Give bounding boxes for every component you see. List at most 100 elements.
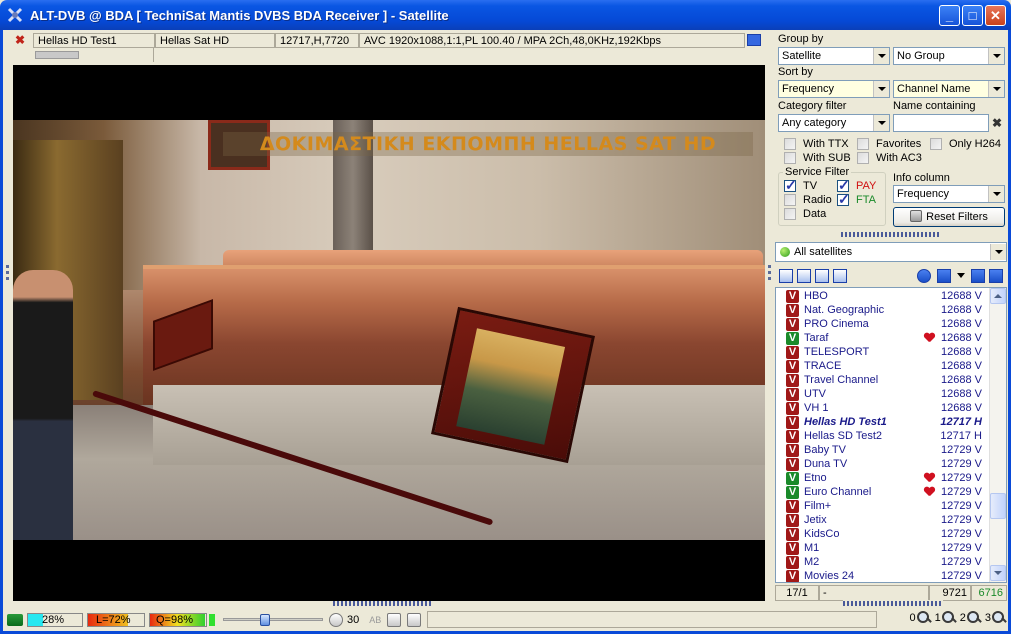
- data-checkbox[interactable]: [784, 208, 796, 220]
- channel-row[interactable]: V Travel Channel 12688 V: [776, 373, 990, 387]
- satellite-app-icon[interactable]: [6, 6, 24, 24]
- channel-row[interactable]: V Hellas SD Test2 12717 H: [776, 429, 990, 443]
- clock-icon[interactable]: [917, 269, 931, 283]
- channel-row[interactable]: V TELESPORT 12688 V: [776, 345, 990, 359]
- group-by-value: Satellite: [782, 50, 822, 62]
- zoom-1-label: 1: [934, 612, 941, 624]
- name-filter-input[interactable]: [893, 114, 989, 132]
- signal-level-meter: L=72%: [87, 612, 145, 627]
- channel-row[interactable]: V Duna TV 12729 V: [776, 457, 990, 471]
- radio-checkbox[interactable]: [784, 194, 796, 206]
- fta-checkbox[interactable]: [837, 191, 850, 208]
- sort-by-select[interactable]: Frequency: [778, 80, 890, 98]
- channel-row[interactable]: V Baby TV 12729 V: [776, 443, 990, 457]
- signal-icon[interactable]: [7, 613, 23, 626]
- monitor-icon[interactable]: [747, 34, 761, 46]
- video-display[interactable]: ΔΟΚΙΜΑΣΤΙΚΗ ΕΚΠΟΜΠΗ HELLAS SAT HD: [13, 65, 765, 601]
- chevron-down-icon[interactable]: [873, 81, 889, 97]
- chevron-down-icon[interactable]: [957, 273, 965, 278]
- status-bar: 28% L=72% Q=98% 30 AB 0 1 2 3: [3, 608, 1008, 631]
- channel-name: VH 1: [804, 402, 829, 414]
- volume-thumb[interactable]: [260, 613, 270, 626]
- tv-checkbox[interactable]: [784, 177, 797, 194]
- channel-frequency: 12717 H: [940, 416, 982, 428]
- speaker-icon[interactable]: [329, 612, 343, 627]
- close-channel-icon[interactable]: ✖: [15, 34, 27, 46]
- scroll-down-button[interactable]: [990, 565, 1006, 581]
- chevron-down-icon[interactable]: [988, 81, 1004, 97]
- sort-by-secondary-select[interactable]: Channel Name: [893, 80, 1005, 98]
- with-ac3-checkbox[interactable]: [857, 152, 869, 164]
- chevron-down-icon[interactable]: [990, 244, 1006, 260]
- move-bottom-icon[interactable]: [989, 269, 1003, 283]
- with-ttx-checkbox[interactable]: [784, 138, 796, 150]
- channel-frequency: 12688 V: [941, 374, 982, 386]
- program-progress-bar: [35, 51, 79, 59]
- favorites-checkbox[interactable]: [857, 138, 869, 150]
- channel-row[interactable]: V M1 12729 V: [776, 541, 990, 555]
- channel-name: Baby TV: [804, 444, 846, 456]
- clear-name-icon[interactable]: ✖: [992, 116, 1004, 130]
- category-value: Any category: [782, 117, 847, 129]
- audio-ab-label[interactable]: AB: [369, 615, 381, 625]
- channel-row[interactable]: V HBO 12688 V: [776, 289, 990, 303]
- channel-row[interactable]: V Taraf 12688 V: [776, 331, 990, 345]
- encrypted-channel-icon: V: [786, 318, 799, 331]
- only-h264-checkbox[interactable]: [930, 138, 942, 150]
- chevron-down-icon[interactable]: [988, 186, 1004, 202]
- reset-filters-button[interactable]: Reset Filters: [893, 207, 1005, 227]
- channel-list-scrollbar[interactable]: [989, 288, 1006, 582]
- channel-row[interactable]: V TRACE 12688 V: [776, 359, 990, 373]
- channel-row[interactable]: V KidsCo 12729 V: [776, 527, 990, 541]
- channel-row[interactable]: V Euro Channel 12729 V: [776, 485, 990, 499]
- left-splitter-handle[interactable]: [5, 265, 10, 395]
- record-icon[interactable]: [387, 612, 402, 627]
- zoom-0-button[interactable]: 0: [910, 611, 931, 625]
- minimize-button[interactable]: _: [939, 5, 960, 26]
- channel-frequency: 12729 V: [941, 556, 982, 568]
- channel-row[interactable]: V UTV 12688 V: [776, 387, 990, 401]
- channel-frequency: 12688 V: [941, 290, 982, 302]
- channel-row[interactable]: V Film+ 12729 V: [776, 499, 990, 513]
- lock-icon[interactable]: [407, 612, 422, 627]
- close-button[interactable]: ✕: [985, 5, 1006, 26]
- group-by-select[interactable]: Satellite: [778, 47, 890, 65]
- maximize-button[interactable]: □: [962, 5, 983, 26]
- zoom-1-button[interactable]: 1: [935, 611, 956, 625]
- details-view-icon[interactable]: [797, 269, 811, 283]
- list-view-icon[interactable]: [779, 269, 793, 283]
- visible-count: 6716: [971, 585, 1007, 601]
- channel-frequency: 12688 V: [941, 346, 982, 358]
- scroll-thumb[interactable]: [990, 493, 1006, 519]
- filter-splitter-handle[interactable]: [775, 231, 1007, 237]
- chevron-down-icon[interactable]: [988, 48, 1004, 64]
- channel-row[interactable]: V Movies 24 12729 V: [776, 569, 990, 582]
- panel-bottom-splitter-handle[interactable]: [843, 600, 943, 606]
- edit-channel-icon[interactable]: [833, 269, 847, 283]
- channel-row[interactable]: V M2 12729 V: [776, 555, 990, 569]
- volume-slider[interactable]: [223, 613, 323, 627]
- chevron-down-icon[interactable]: [873, 48, 889, 64]
- scroll-up-button[interactable]: [990, 288, 1006, 304]
- channel-row[interactable]: V Hellas HD Test1 12717 H: [776, 415, 990, 429]
- zoom-2-button[interactable]: 2: [960, 611, 981, 625]
- channel-row[interactable]: V Jetix 12729 V: [776, 513, 990, 527]
- channel-row[interactable]: V Etno 12729 V: [776, 471, 990, 485]
- category-select[interactable]: Any category: [778, 114, 890, 132]
- bottom-splitter-handle[interactable]: [333, 601, 433, 606]
- satellite-select[interactable]: All satellites: [775, 242, 1007, 262]
- channel-frequency: 12729 V: [941, 570, 982, 582]
- zoom-3-button[interactable]: 3: [985, 611, 1006, 625]
- volume-track: [223, 617, 323, 621]
- with-sub-checkbox[interactable]: [784, 152, 796, 164]
- channel-row[interactable]: V Nat. Geographic 12688 V: [776, 303, 990, 317]
- right-splitter-handle[interactable]: [767, 265, 773, 395]
- move-top-icon[interactable]: [971, 269, 985, 283]
- add-channel-icon[interactable]: [815, 269, 829, 283]
- info-column-select[interactable]: Frequency: [893, 185, 1005, 203]
- chevron-down-icon[interactable]: [873, 115, 889, 131]
- channel-row[interactable]: V PRO Cinema 12688 V: [776, 317, 990, 331]
- refresh-icon[interactable]: [937, 269, 951, 283]
- group-by-secondary-select[interactable]: No Group: [893, 47, 1005, 65]
- channel-row[interactable]: V VH 1 12688 V: [776, 401, 990, 415]
